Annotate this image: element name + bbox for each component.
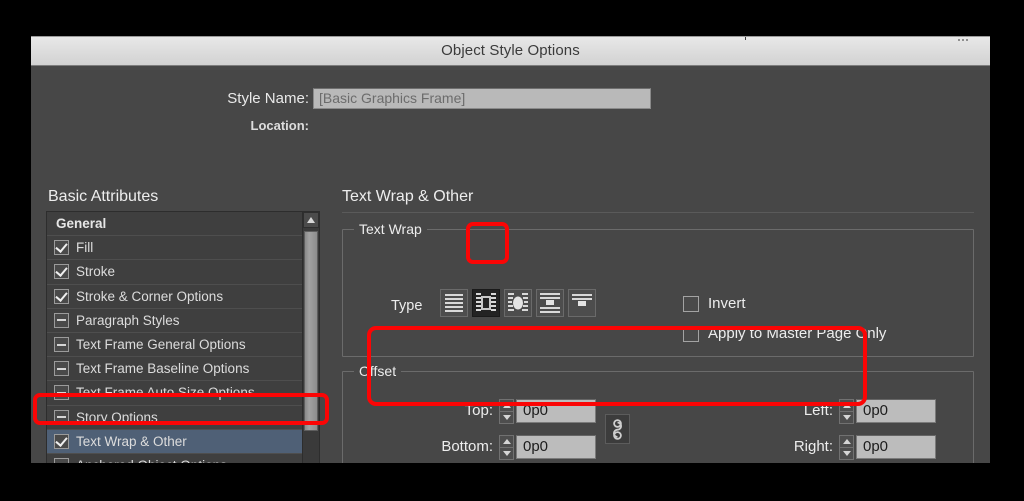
object-style-options-dialog: Object Style Options Style Name: [Basic … <box>31 36 990 501</box>
checkbox-mixed-icon[interactable] <box>54 337 69 353</box>
style-name-input[interactable]: [Basic Graphics Frame] <box>313 88 651 109</box>
checkbox-unchecked-icon[interactable] <box>683 295 699 312</box>
triangle-down-icon <box>502 415 511 420</box>
checkbox-mixed-icon[interactable] <box>54 385 69 401</box>
offset-bottom-stepper[interactable] <box>499 435 514 460</box>
checkbox-mixed-icon[interactable] <box>54 409 69 425</box>
sidebar-item-text-wrap-and-other[interactable]: Text Wrap & Other <box>47 429 303 454</box>
sidebar-item-stroke-corner-options[interactable]: Stroke & Corner Options <box>47 285 303 309</box>
titlebar-seam <box>745 37 746 40</box>
offset-top-label: Top: <box>464 402 493 419</box>
offset-bottom-label: Bottom: <box>441 438 493 455</box>
checkbox-mixed-icon[interactable] <box>54 312 69 328</box>
sidebar-item-story-options[interactable]: Story Options <box>47 406 303 430</box>
wrap-around-object-shape-icon[interactable] <box>504 289 532 317</box>
scroll-up-button[interactable] <box>303 212 319 228</box>
sidebar-item-label: Text Frame General Options <box>76 337 246 353</box>
offset-group-label: Offset <box>354 363 402 379</box>
triangle-up-icon <box>502 439 511 444</box>
jump-to-next-column-icon[interactable] <box>568 289 596 317</box>
panel-heading: Text Wrap & Other <box>342 188 474 205</box>
sidebar-item-label: Stroke & Corner Options <box>76 288 224 304</box>
attribute-list-scrollbar[interactable] <box>302 212 319 482</box>
stepper-down-button[interactable] <box>840 448 853 460</box>
sidebar-item-stroke[interactable]: Stroke <box>47 260 303 285</box>
dialog-body: Style Name: [Basic Graphics Frame] Locat… <box>31 66 990 501</box>
panel-heading-rule <box>342 212 974 213</box>
stepper-up-button[interactable] <box>840 400 853 412</box>
sidebar-item-label: Paragraph Styles <box>76 312 180 328</box>
checkbox-checked-icon[interactable] <box>54 433 69 449</box>
basic-attributes-heading: Basic Attributes <box>48 188 159 205</box>
link-offsets-button[interactable] <box>605 414 630 444</box>
checkbox-checked-icon[interactable] <box>54 264 69 280</box>
sidebar-item-label: Stroke <box>76 264 116 280</box>
basic-attributes-list[interactable]: General Fill Stroke Stroke & Corner Opti… <box>47 212 303 482</box>
triangle-up-icon <box>307 217 315 223</box>
offset-left-stepper[interactable] <box>839 399 854 424</box>
wrap-type-button-group[interactable] <box>440 289 596 317</box>
text-wrap-group-label: Text Wrap <box>354 221 427 237</box>
sidebar-item-label: Story Options <box>76 409 158 425</box>
style-name-label: Style Name: <box>227 90 309 107</box>
style-name-row: Style Name: [Basic Graphics Frame] <box>31 88 990 110</box>
wrap-around-bounding-box-icon[interactable] <box>472 289 500 317</box>
stepper-down-button[interactable] <box>500 448 513 460</box>
checkbox-checked-icon[interactable] <box>54 240 69 256</box>
sidebar-item-text-frame-general-options[interactable]: Text Frame General Options <box>47 333 303 358</box>
checkbox-unchecked-icon[interactable] <box>683 325 699 342</box>
titlebar-resize-dots <box>958 38 984 42</box>
invert-label: Invert <box>708 295 746 312</box>
basic-attributes-list-container: General Fill Stroke Stroke & Corner Opti… <box>46 211 320 483</box>
scrollbar-thumb[interactable] <box>304 231 318 431</box>
triangle-up-icon <box>842 439 851 444</box>
stepper-up-button[interactable] <box>500 400 513 412</box>
offset-top-stepper[interactable] <box>499 399 514 424</box>
sidebar-item-text-frame-auto-size-options[interactable]: Text Frame Auto Size Options <box>47 381 303 406</box>
sidebar-item-label: Text Wrap & Other <box>76 433 187 449</box>
checkbox-checked-icon[interactable] <box>54 288 69 304</box>
chain-link-icon <box>613 419 622 440</box>
stepper-up-button[interactable] <box>840 436 853 448</box>
attribute-group-header-label: General <box>56 216 107 232</box>
sidebar-item-label: Text Frame Auto Size Options <box>76 385 255 401</box>
triangle-down-icon <box>502 451 511 456</box>
stepper-up-button[interactable] <box>500 436 513 448</box>
screenshot-crop-band <box>0 463 1024 501</box>
location-label: Location: <box>250 118 310 133</box>
triangle-down-icon <box>842 451 851 456</box>
offset-right-input[interactable]: 0p0 <box>856 435 936 459</box>
offset-left-input[interactable]: 0p0 <box>856 399 936 423</box>
attribute-group-header: General <box>47 212 303 237</box>
sidebar-item-label: Fill <box>76 240 94 256</box>
sidebar-item-label: Text Frame Baseline Options <box>76 361 250 377</box>
triangle-down-icon <box>842 415 851 420</box>
jump-object-icon[interactable] <box>536 289 564 317</box>
no-text-wrap-icon[interactable] <box>440 289 468 317</box>
stepper-down-button[interactable] <box>840 412 853 424</box>
triangle-up-icon <box>502 403 511 408</box>
offset-bottom-input[interactable]: 0p0 <box>516 435 596 459</box>
offset-top-input[interactable]: 0p0 <box>516 399 596 423</box>
triangle-up-icon <box>842 403 851 408</box>
sidebar-item-text-frame-baseline-options[interactable]: Text Frame Baseline Options <box>47 357 303 382</box>
apply-to-master-page-only-checkbox-row[interactable]: Apply to Master Page Only <box>683 325 886 342</box>
sidebar-item-fill[interactable]: Fill <box>47 236 303 261</box>
text-wrap-group: Text Wrap Type Invert Apply to Master Pa… <box>342 221 974 357</box>
offset-right-stepper[interactable] <box>839 435 854 460</box>
checkbox-mixed-icon[interactable] <box>54 361 69 377</box>
invert-checkbox-row[interactable]: Invert <box>683 295 746 312</box>
wrap-type-label: Type <box>391 298 423 314</box>
apply-to-master-page-only-label: Apply to Master Page Only <box>708 325 887 342</box>
offset-left-label: Left: <box>803 402 833 419</box>
sidebar-item-paragraph-styles[interactable]: Paragraph Styles <box>47 309 303 333</box>
dialog-titlebar[interactable]: Object Style Options <box>31 36 990 66</box>
stepper-down-button[interactable] <box>500 412 513 424</box>
offset-right-label: Right: <box>793 438 833 455</box>
dialog-title: Object Style Options <box>441 42 580 59</box>
